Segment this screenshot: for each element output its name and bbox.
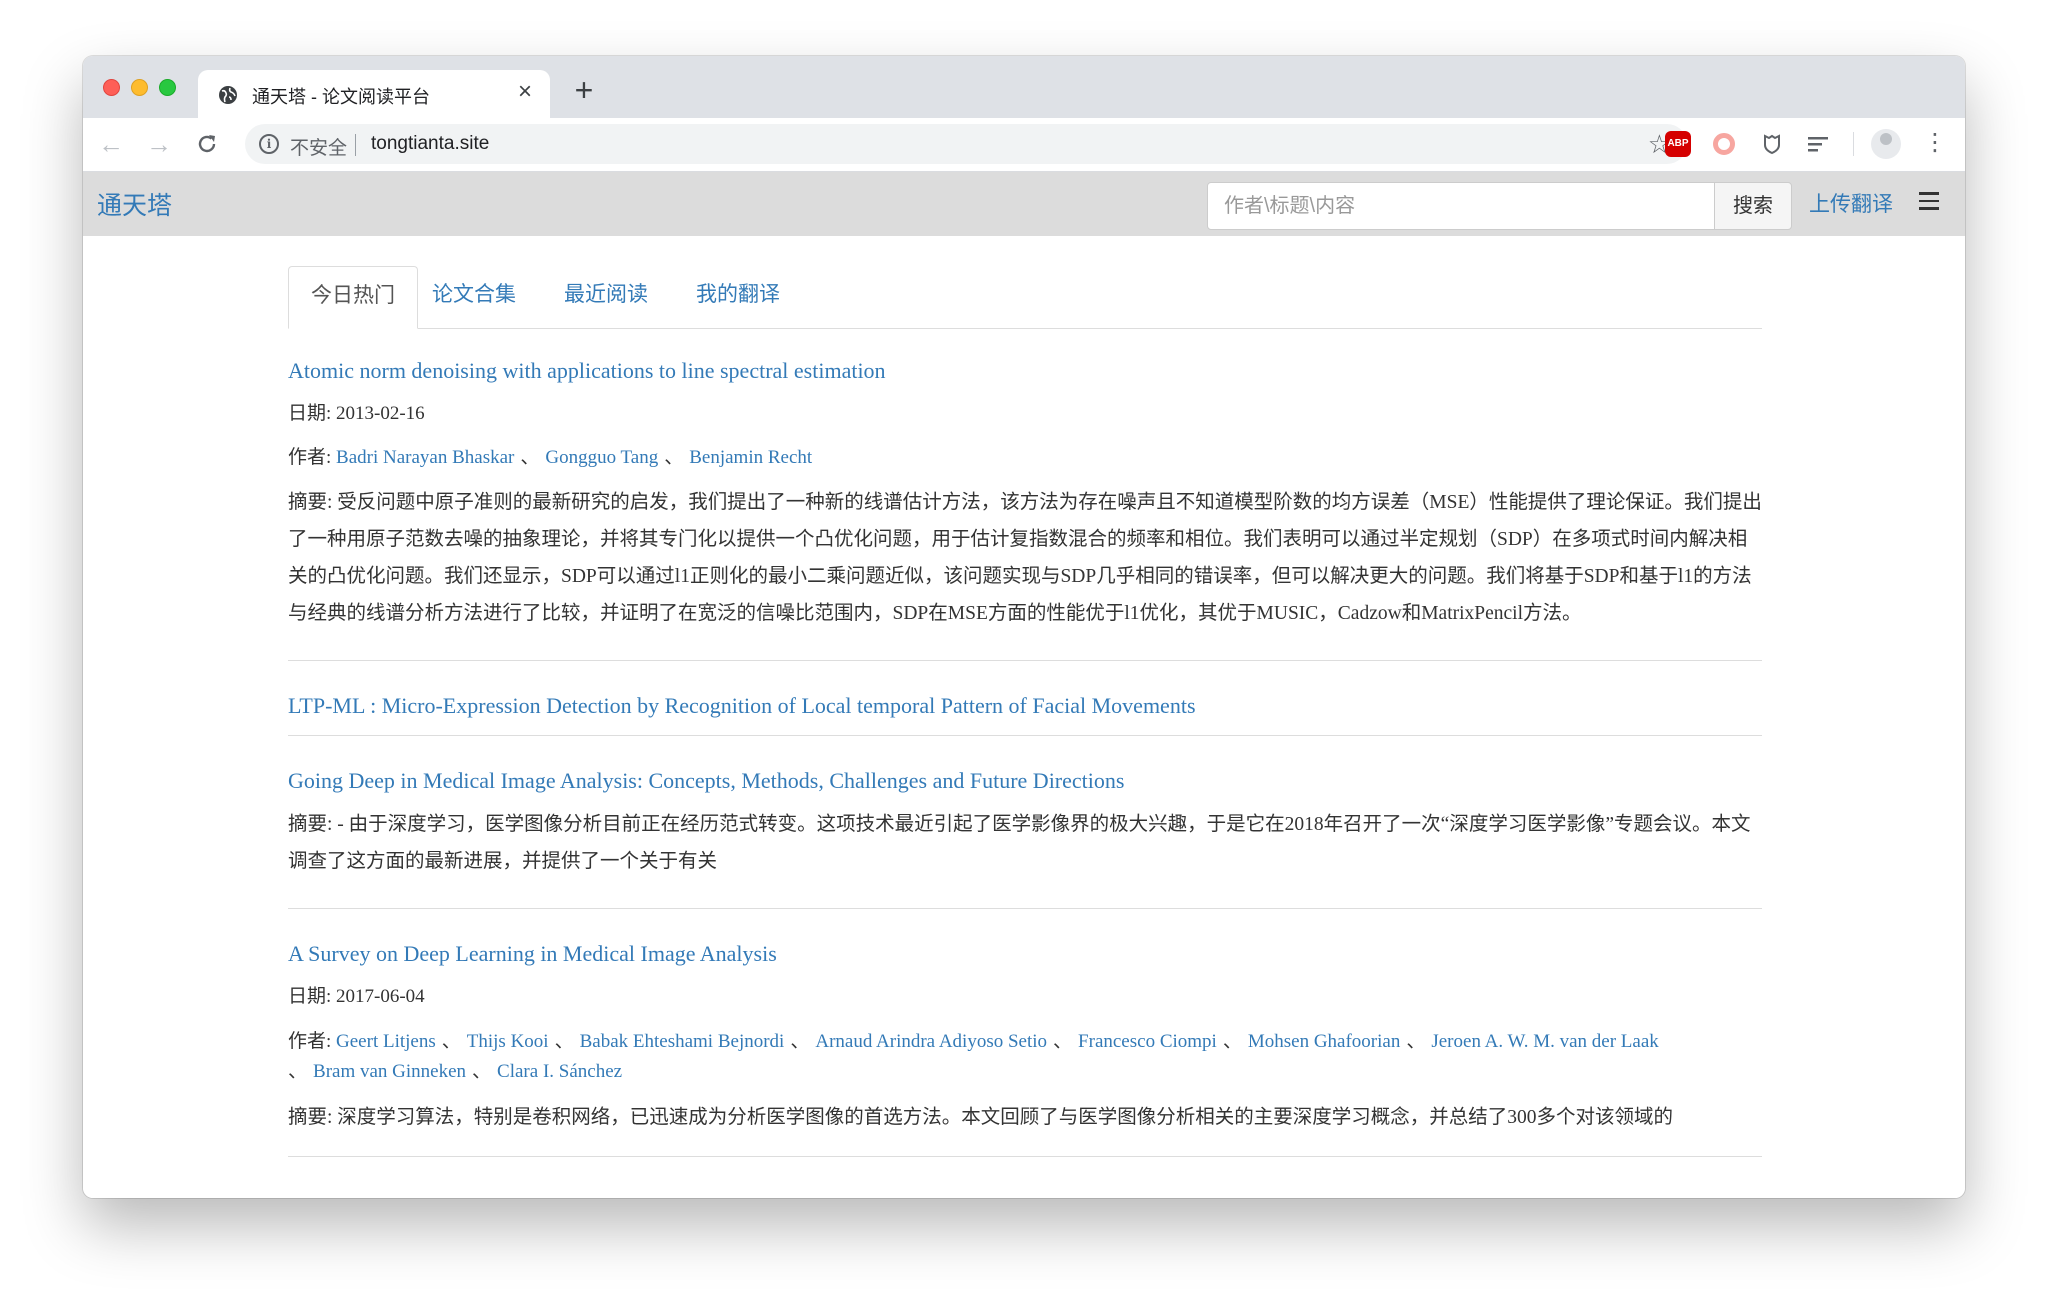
author-separator: 、	[790, 1031, 810, 1052]
shield-extension-icon[interactable]	[1759, 131, 1785, 157]
author-link[interactable]: Gongguo Tang	[545, 447, 658, 468]
site-navbar: 通天塔 搜索 上传翻译	[83, 172, 1965, 236]
abstract-label: 摘要:	[288, 1107, 333, 1128]
address-bar[interactable]: i 不安全 tongtianta.site ☆	[245, 124, 1687, 164]
url-text[interactable]: tongtianta.site	[371, 133, 489, 155]
abstract-label: 摘要:	[288, 814, 333, 835]
hamburger-menu-icon[interactable]	[1919, 192, 1939, 210]
minimize-window-button[interactable]	[131, 79, 148, 96]
paper-title-link[interactable]: LTP-ML : Micro-Expression Detection by R…	[288, 691, 1762, 721]
abstract-text: - 由于深度学习，医学图像分析目前正在经历范式转变。这项技术最近引起了医学影像界…	[288, 814, 1751, 872]
main-container: 今日热门 论文合集 最近阅读 我的翻译 Atomic norm denoisin…	[288, 236, 1762, 1157]
paper-item: Atomic norm denoising with applications …	[288, 329, 1762, 661]
abstract-text: 深度学习算法，特别是卷积网络，已迅速成为分析医学图像的首选方法。本文回顾了与医学…	[337, 1107, 1674, 1128]
globe-icon	[219, 86, 237, 104]
date-value: 2013-02-16	[336, 403, 425, 424]
tab-my-translations[interactable]: 我的翻译	[674, 266, 802, 328]
author-separator: 、	[472, 1061, 492, 1082]
abstract-label: 摘要:	[288, 492, 333, 513]
reading-list-extension-icon[interactable]	[1805, 131, 1831, 157]
paper-title-link[interactable]: Atomic norm denoising with applications …	[288, 356, 1762, 386]
abstract-text: 受反问题中原子准则的最新研究的启发，我们提出了一种新的线谱估计方法，该方法为存在…	[288, 492, 1762, 624]
profile-avatar-icon[interactable]	[1871, 129, 1901, 159]
browser-menu-icon[interactable]: ⋮	[1923, 130, 1947, 158]
browser-window: 通天塔 - 论文阅读平台 × + ← → i 不安全 tongtianta.si…	[83, 56, 1965, 1198]
author-separator: 、	[1222, 1031, 1242, 1052]
new-tab-button[interactable]: +	[569, 74, 599, 106]
date-label: 日期:	[288, 403, 332, 424]
tab-paper-collections[interactable]: 论文合集	[410, 266, 538, 328]
tab-recent-reading[interactable]: 最近阅读	[542, 266, 670, 328]
author-separator: 、	[1053, 1031, 1073, 1052]
search-input[interactable]	[1207, 182, 1715, 230]
paper-abstract: 摘要: 受反问题中原子准则的最新研究的启发，我们提出了一种新的线谱估计方法，该方…	[288, 484, 1762, 632]
browser-toolbar: ← → i 不安全 tongtianta.site ☆ ABP ⋮	[83, 118, 1965, 172]
reload-icon[interactable]	[195, 132, 219, 156]
section-tabs: 今日热门 论文合集 最近阅读 我的翻译	[288, 266, 1762, 329]
paper-title-link[interactable]: Going Deep in Medical Image Analysis: Co…	[288, 766, 1762, 796]
author-separator: 、	[554, 1031, 574, 1052]
author-link[interactable]: Francesco Ciompi	[1078, 1031, 1217, 1052]
close-tab-icon[interactable]: ×	[512, 79, 538, 105]
close-window-button[interactable]	[103, 79, 120, 96]
author-link[interactable]: Arnaud Arindra Adiyoso Setio	[815, 1031, 1047, 1052]
authors-label: 作者:	[288, 1031, 332, 1052]
tab-strip: 通天塔 - 论文阅读平台 × +	[83, 56, 1965, 118]
info-icon[interactable]: i	[259, 134, 279, 154]
paper-abstract: 摘要: - 由于深度学习，医学图像分析目前正在经历范式转变。这项技术最近引起了医…	[288, 806, 1762, 880]
author-link[interactable]: Thijs Kooi	[467, 1031, 549, 1052]
author-link[interactable]: Badri Narayan Bhaskar	[336, 447, 514, 468]
date-label: 日期:	[288, 986, 332, 1007]
maximize-window-button[interactable]	[159, 79, 176, 96]
paper-date: 日期: 2013-02-16	[288, 400, 1762, 428]
search-button[interactable]: 搜索	[1714, 182, 1792, 230]
paper-item: LTP-ML : Micro-Expression Detection by R…	[288, 661, 1762, 736]
author-separator: 、	[520, 447, 540, 468]
toolbar-divider	[1853, 132, 1854, 156]
paper-authors: 作者: Geert Litjens、 Thijs Kooi、 Babak Ehtes…	[288, 1027, 1762, 1087]
tab-today-hot[interactable]: 今日热门	[288, 266, 418, 329]
omnibox-divider	[355, 134, 356, 156]
author-link[interactable]: Clara I. Sánchez	[497, 1061, 622, 1082]
adblock-extension-icon[interactable]: ABP	[1665, 131, 1691, 157]
date-value: 2017-06-04	[336, 986, 425, 1007]
paper-item: A Survey on Deep Learning in Medical Ima…	[288, 909, 1762, 1157]
paper-date: 日期: 2017-06-04	[288, 983, 1762, 1011]
paper-item: Going Deep in Medical Image Analysis: Co…	[288, 736, 1762, 909]
author-separator: 、	[288, 1061, 308, 1082]
site-brand-link[interactable]: 通天塔	[97, 186, 172, 222]
author-link[interactable]: Jeroen A. W. M. van der Laak	[1431, 1031, 1658, 1052]
author-link[interactable]: Babak Ehteshami Bejnordi	[580, 1031, 785, 1052]
page-content: 今日热门 论文合集 最近阅读 我的翻译 Atomic norm denoisin…	[83, 236, 1965, 1198]
author-link[interactable]: Benjamin Recht	[689, 447, 812, 468]
ring-extension-icon[interactable]	[1713, 133, 1735, 155]
back-arrow-icon[interactable]: ←	[97, 130, 125, 158]
upload-translation-link[interactable]: 上传翻译	[1809, 188, 1893, 218]
author-link[interactable]: Geert Litjens	[336, 1031, 436, 1052]
browser-tab-active[interactable]: 通天塔 - 论文阅读平台 ×	[198, 70, 550, 118]
author-separator: 、	[1406, 1031, 1426, 1052]
paper-title-link[interactable]: A Survey on Deep Learning in Medical Ima…	[288, 939, 1762, 969]
author-separator: 、	[664, 447, 684, 468]
forward-arrow-icon[interactable]: →	[145, 130, 173, 158]
author-link[interactable]: Bram van Ginneken	[313, 1061, 466, 1082]
tab-title: 通天塔 - 论文阅读平台	[252, 87, 430, 107]
paper-authors: 作者: Badri Narayan Bhaskar、 Gongguo Tang、 B…	[288, 444, 1762, 472]
author-separator: 、	[441, 1031, 461, 1052]
security-label[interactable]: 不安全	[290, 133, 347, 160]
paper-abstract: 摘要: 深度学习算法，特别是卷积网络，已迅速成为分析医学图像的首选方法。本文回顾…	[288, 1099, 1762, 1136]
author-link[interactable]: Mohsen Ghafoorian	[1248, 1031, 1401, 1052]
authors-label: 作者:	[288, 447, 332, 468]
